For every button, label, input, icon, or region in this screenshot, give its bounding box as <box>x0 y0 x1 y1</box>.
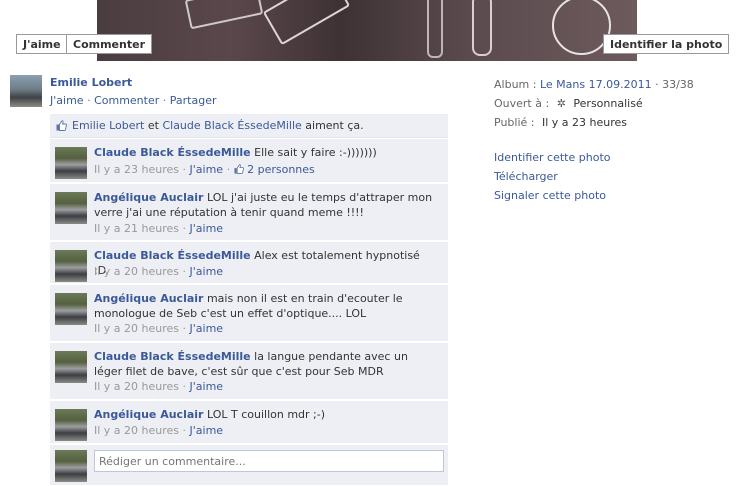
comment-time[interactable]: Il y a 21 heures <box>94 222 179 235</box>
separator: · <box>162 94 167 107</box>
comment-text: LOL T couillon mdr ;-) <box>206 408 326 421</box>
commenter-avatar[interactable] <box>55 192 87 224</box>
comment-author[interactable]: Angélique Auclair <box>94 292 203 305</box>
published-value: Il y a 23 heures <box>541 116 628 129</box>
likes-count-text: 2 personnes <box>247 163 315 176</box>
comment: Claude Black ÉssedeMille Alex est totale… <box>50 242 448 284</box>
liker-1[interactable]: Emilie Lobert <box>72 119 144 132</box>
likes-joiner: et <box>147 119 159 132</box>
album-position: · 33/38 <box>655 78 694 91</box>
viewer-avatar <box>55 450 87 482</box>
privacy-value[interactable]: Personnalisé <box>573 97 642 110</box>
fork-shape <box>184 0 264 30</box>
comment-time[interactable]: Il y a 20 heures <box>94 380 179 393</box>
comment-text: Elle sait y faire :-))))))) <box>254 146 377 159</box>
comment-likes-count[interactable]: 2 personnes <box>234 163 315 176</box>
reply-box <box>50 445 448 485</box>
comment-author[interactable]: Claude Black ÉssedeMille <box>94 146 251 159</box>
commenter-avatar[interactable] <box>55 351 87 383</box>
album-link[interactable]: Le Mans 17.09.2011 <box>540 78 652 91</box>
comment-time[interactable]: Il y a 20 heures <box>94 424 179 437</box>
photo-like-button[interactable]: J'aime <box>16 34 68 54</box>
fork-shape <box>262 0 351 46</box>
published-label: Publié : <box>494 116 535 129</box>
tag-photo-button[interactable]: Identifier la photo <box>603 34 730 54</box>
comment-like-link[interactable]: J'aime <box>190 265 224 278</box>
comment: Angélique Auclair LOL T couillon mdr ;-)… <box>50 401 448 444</box>
comment-like-link[interactable]: J'aime <box>190 380 224 393</box>
comment: Claude Black ÉssedeMille la langue penda… <box>50 343 448 400</box>
likes-summary: Emilie Lobert et Claude Black ÉssedeMill… <box>50 114 448 138</box>
commenter-avatar[interactable] <box>55 147 87 179</box>
comment-author[interactable]: Claude Black ÉssedeMille <box>94 249 251 262</box>
share-link[interactable]: Partager <box>170 94 217 107</box>
privacy-info: Ouvert à : ✲ Personnalisé <box>494 97 643 110</box>
comment-like-link[interactable]: J'aime <box>190 163 224 176</box>
album-label: Album : <box>494 78 537 91</box>
photo-viewer[interactable]: J'aime Commenter Identifier la photo <box>0 0 749 62</box>
photo-image[interactable] <box>97 0 637 61</box>
comment-time[interactable]: Il y a 23 heures <box>94 163 179 176</box>
privacy-label: Ouvert à : <box>494 97 550 110</box>
comment: Angélique Auclair LOL j'ai juste eu le t… <box>50 184 448 241</box>
comment: Angélique Auclair mais non il est en tra… <box>50 285 448 342</box>
tag-photo-link[interactable]: Identifier cette photo <box>494 151 610 164</box>
photo-comment-button[interactable]: Commenter <box>66 34 152 54</box>
thumbs-up-icon <box>56 120 67 131</box>
comment: Claude Black ÉssedeMille Elle sait y fai… <box>50 139 448 183</box>
comment-author[interactable]: Claude Black ÉssedeMille <box>94 350 251 363</box>
separator: · <box>87 94 91 107</box>
report-link-row: Signaler cette photo <box>494 189 606 202</box>
commenter-avatar[interactable] <box>55 250 87 282</box>
published-info: Publié : Il y a 23 heures <box>494 116 627 129</box>
liker-2[interactable]: Claude Black ÉssedeMille <box>162 119 301 132</box>
report-photo-link[interactable]: Signaler cette photo <box>494 189 606 202</box>
spoon-shape <box>472 0 492 56</box>
tag-photo-link-row: Identifier cette photo <box>494 151 610 164</box>
comment-like-link[interactable]: J'aime <box>190 322 224 335</box>
thumbs-up-icon <box>234 164 244 174</box>
comment-like-link[interactable]: J'aime <box>190 222 224 235</box>
download-link[interactable]: Télécharger <box>494 170 558 183</box>
like-link[interactable]: J'aime <box>50 94 84 107</box>
owner-name[interactable]: Emilie Lobert <box>50 76 132 89</box>
comment-time[interactable]: Il y a 20 heures <box>94 265 179 278</box>
likes-suffix: aiment ça. <box>305 119 364 132</box>
owner-actions: J'aime · Commenter · Partager <box>50 94 216 107</box>
comment-author[interactable]: Angélique Auclair <box>94 191 203 204</box>
commenter-avatar[interactable] <box>55 293 87 325</box>
comment-link[interactable]: Commenter <box>94 94 159 107</box>
comment-like-link[interactable]: J'aime <box>190 424 224 437</box>
commenter-avatar[interactable] <box>55 409 87 441</box>
download-link-row: Télécharger <box>494 170 558 183</box>
comment-time[interactable]: Il y a 20 heures <box>94 322 179 335</box>
knife-shape <box>427 0 443 58</box>
album-info: Album : Le Mans 17.09.2011 · 33/38 <box>494 78 694 91</box>
gear-icon[interactable]: ✲ <box>557 97 566 110</box>
comment-input[interactable] <box>94 450 444 472</box>
comment-author[interactable]: Angélique Auclair <box>94 408 203 421</box>
owner-avatar[interactable] <box>10 75 42 107</box>
